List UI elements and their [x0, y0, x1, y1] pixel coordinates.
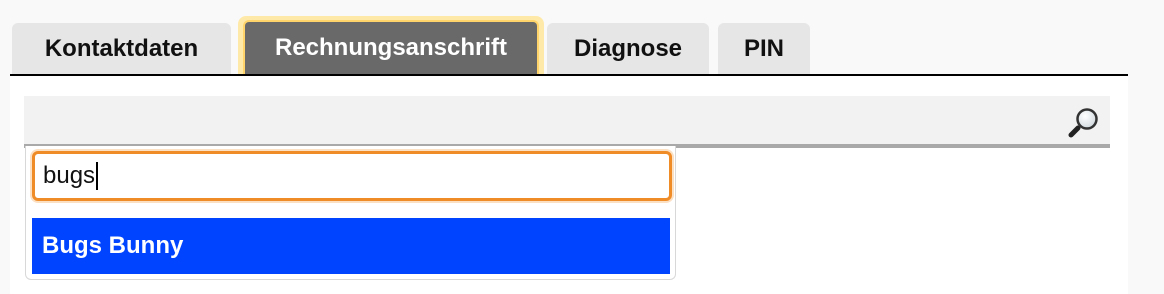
tab-label: PIN	[743, 34, 784, 62]
text-caret	[96, 162, 99, 190]
tab-diagnose[interactable]: Diagnose	[547, 23, 709, 74]
tab-bar: Kontaktdaten Rechnungsanschrift Diagnose…	[10, 16, 1128, 76]
result-option-bugs-bunny[interactable]: Bugs Bunny	[32, 218, 670, 274]
magnifier-icon[interactable]	[1068, 106, 1100, 138]
tab-rechnungsanschrift[interactable]: Rechnungsanschrift	[238, 16, 544, 74]
tab-label: Kontaktdaten	[44, 34, 199, 62]
tab-kontaktdaten[interactable]: Kontaktdaten	[12, 23, 231, 74]
tab-label: Rechnungsanschrift	[274, 34, 508, 61]
search-input[interactable]: bugs	[32, 151, 672, 201]
tab-pin[interactable]: PIN	[718, 23, 810, 74]
tab-active-surface: Rechnungsanschrift	[243, 20, 539, 74]
search-query-text: bugs	[43, 162, 96, 189]
result-option-label: Bugs Bunny	[42, 232, 184, 259]
tab-label: Diagnose	[573, 34, 683, 62]
autocomplete-dropdown: bugs Bugs Bunny	[25, 146, 676, 280]
search-combobox[interactable]	[24, 96, 1110, 148]
